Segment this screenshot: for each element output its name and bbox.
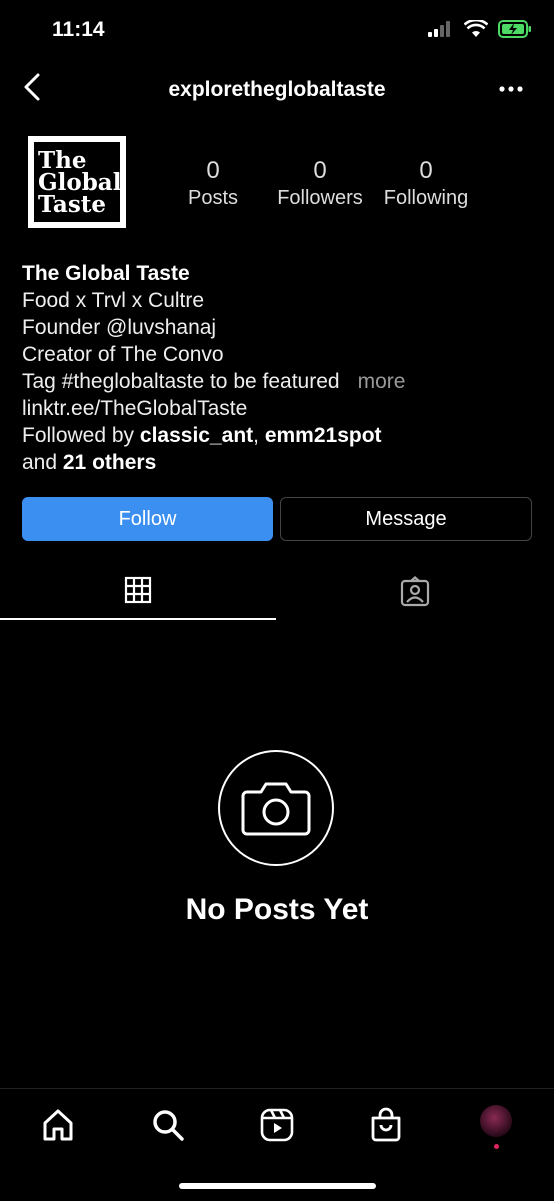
profile-username: exploretheglobaltaste <box>168 78 386 101</box>
signal-icon <box>428 21 450 37</box>
avatar-logo: The Global Taste <box>34 142 121 222</box>
notification-dot <box>494 1144 499 1149</box>
profile-avatar-icon[interactable] <box>480 1105 512 1137</box>
stat-posts-value: 0 <box>206 157 220 184</box>
stat-following-label: Following <box>383 187 469 209</box>
followed-prefix: Followed by <box>22 424 140 447</box>
followed-others: 21 others <box>62 451 157 474</box>
bio-line: Food x Trvl x Cultre <box>22 289 205 312</box>
bio: The Global Taste Food x Trvl x Cultre Fo… <box>22 260 405 476</box>
stat-following-value: 0 <box>419 157 433 184</box>
bio-line-row: Tag #theglobaltaste to be featured more <box>22 368 405 395</box>
profile-name: The Global Taste <box>22 262 190 285</box>
profile-header: exploretheglobaltaste <box>0 60 554 116</box>
follow-button[interactable]: Follow <box>22 497 273 541</box>
followed-others-row[interactable]: and 21 others <box>22 449 405 476</box>
logo-line: Taste <box>38 191 107 218</box>
followed-by[interactable]: Followed by classic_ant, emm21spot <box>22 422 405 449</box>
stat-posts[interactable]: 0 Posts <box>172 157 254 210</box>
more-icon[interactable] <box>496 74 526 104</box>
stat-posts-label: Posts <box>187 187 239 209</box>
empty-camera-circle <box>218 750 334 866</box>
status-icons <box>428 20 532 38</box>
followed-user: emm21spot <box>264 424 382 447</box>
tab-posts-grid[interactable] <box>0 568 276 620</box>
stat-followers-value: 0 <box>313 157 327 184</box>
battery-icon <box>498 20 531 38</box>
search-icon[interactable] <box>150 1107 186 1143</box>
more-link[interactable]: more <box>358 370 406 393</box>
grid-icon <box>124 576 152 604</box>
stat-followers[interactable]: 0 Followers <box>270 157 370 210</box>
stat-following[interactable]: 0 Following <box>378 157 474 210</box>
reels-icon[interactable] <box>259 1107 295 1143</box>
followed-sep: , <box>253 424 265 447</box>
shop-icon[interactable] <box>368 1107 404 1143</box>
camera-icon <box>241 782 311 836</box>
tab-tagged[interactable] <box>276 568 554 618</box>
home-indicator <box>179 1183 376 1189</box>
wifi-icon <box>464 20 488 37</box>
tagged-icon <box>400 576 430 607</box>
bio-line: Founder @luvshanaj <box>22 316 217 339</box>
avatar[interactable]: The Global Taste <box>28 136 126 228</box>
message-button[interactable]: Message <box>280 497 532 541</box>
bio-line: Tag #theglobaltaste to be featured <box>22 370 340 393</box>
followed-and: and <box>22 451 63 474</box>
home-icon[interactable] <box>40 1107 76 1143</box>
status-time: 11:14 <box>52 18 105 41</box>
stat-followers-label: Followers <box>277 187 363 209</box>
no-posts-text: No Posts Yet <box>185 893 369 926</box>
bio-line: Creator of The Convo <box>22 343 224 366</box>
followed-user: classic_ant <box>139 424 254 447</box>
bio-link[interactable]: linktr.ee/TheGlobalTaste <box>22 395 405 422</box>
